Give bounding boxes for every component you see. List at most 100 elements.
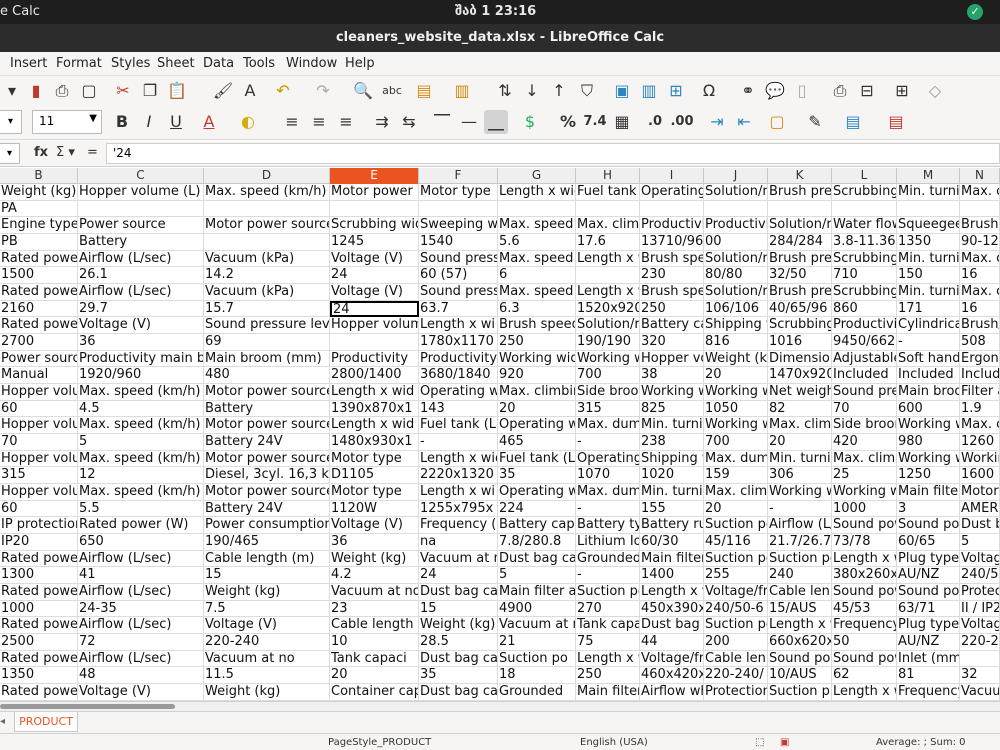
- table-cell[interactable]: Weight (kg: [704, 350, 768, 368]
- table-cell[interactable]: Scrubbing: [768, 317, 832, 335]
- table-cell[interactable]: Hopper volu: [0, 484, 78, 501]
- table-cell[interactable]: Hopper volum: [330, 317, 419, 335]
- table-cell[interactable]: 63.7: [419, 300, 498, 318]
- table-cell[interactable]: 32/50: [768, 267, 832, 285]
- table-cell[interactable]: 220-240: [204, 634, 330, 651]
- table-cell[interactable]: 2700: [0, 334, 78, 351]
- table-cell[interactable]: Min. turnin: [768, 450, 832, 468]
- table-cell[interactable]: Power source: [0, 350, 78, 368]
- column-header-m[interactable]: M: [897, 168, 960, 184]
- table-cell[interactable]: Dust bag ca: [419, 584, 498, 601]
- column-header-b[interactable]: B: [0, 168, 78, 184]
- system-clock[interactable]: შაბ 1 23:16: [455, 4, 536, 19]
- table-cell[interactable]: Airflow (L/sec): [78, 617, 204, 635]
- borders-icon[interactable]: ▢: [765, 110, 789, 134]
- selected-cell[interactable]: 24: [330, 300, 419, 318]
- table-cell[interactable]: Inlet (mm: [897, 650, 960, 668]
- table-cell[interactable]: AMER: [960, 500, 1000, 518]
- table-cell[interactable]: Max. c: [960, 284, 1000, 301]
- table-cell[interactable]: Solution/re: [576, 317, 640, 335]
- formula-icon[interactable]: =: [87, 145, 98, 160]
- table-cell[interactable]: Grounded: [576, 550, 640, 568]
- table-cell[interactable]: [419, 200, 498, 218]
- table-cell[interactable]: 825: [640, 400, 704, 418]
- table-cell[interactable]: Main filter: [897, 484, 960, 501]
- table-cell[interactable]: 1300: [0, 567, 78, 585]
- table-cell[interactable]: II / IP2: [960, 600, 1000, 618]
- table-cell[interactable]: [897, 200, 960, 218]
- table-cell[interactable]: Solution/re: [704, 184, 768, 201]
- table-cell[interactable]: 5.6: [498, 234, 576, 251]
- table-cell[interactable]: Length x wid: [498, 184, 576, 201]
- horizontal-scrollbar[interactable]: [0, 701, 1000, 711]
- table-cell[interactable]: 3: [897, 500, 960, 518]
- wrap-text-icon[interactable]: ⇉: [370, 110, 394, 134]
- cut-icon[interactable]: ✂: [111, 79, 135, 103]
- table-cell[interactable]: Side broom: [832, 417, 897, 435]
- table-cell[interactable]: 1070: [576, 467, 640, 485]
- table-cell[interactable]: Side broo: [576, 384, 640, 401]
- font-color-icon[interactable]: A: [197, 110, 221, 134]
- table-cell[interactable]: 7.5: [204, 600, 330, 618]
- table-cell[interactable]: Fuel tank (L: [576, 184, 640, 201]
- table-cell[interactable]: D1105: [330, 467, 419, 485]
- table-cell[interactable]: 48: [78, 667, 204, 685]
- table-cell[interactable]: 60 (57): [419, 267, 498, 285]
- clear-formatting-icon[interactable]: A: [238, 79, 262, 103]
- table-cell[interactable]: Voltag: [960, 617, 1000, 635]
- table-cell[interactable]: Length x w: [768, 617, 832, 635]
- table-cell[interactable]: Working w: [640, 384, 704, 401]
- table-cell[interactable]: 224: [498, 500, 576, 518]
- pivot-table-icon[interactable]: ⊞: [664, 79, 688, 103]
- table-cell[interactable]: Max. speed (: [498, 217, 576, 235]
- table-cell[interactable]: 60: [0, 500, 78, 518]
- table-cell[interactable]: Weight (kg): [330, 550, 419, 568]
- table-cell[interactable]: 270: [576, 600, 640, 618]
- table-cell[interactable]: Motor power source: [204, 217, 330, 235]
- table-cell[interactable]: 450x390x: [640, 600, 704, 618]
- table-cell[interactable]: Shipping w: [704, 317, 768, 335]
- table-cell[interactable]: -: [576, 434, 640, 451]
- table-cell[interactable]: 1120W: [330, 500, 419, 518]
- table-cell[interactable]: 980: [897, 434, 960, 451]
- table-cell[interactable]: -: [419, 434, 498, 451]
- table-cell[interactable]: PA: [0, 200, 78, 218]
- table-cell[interactable]: 4.5: [78, 400, 204, 418]
- table-cell[interactable]: 10: [330, 634, 419, 651]
- table-cell[interactable]: Solution/re: [704, 250, 768, 268]
- update-check-icon[interactable]: ✓: [967, 4, 983, 20]
- table-cell[interactable]: Airflow wh: [640, 684, 704, 701]
- table-cell[interactable]: 306: [768, 467, 832, 485]
- table-cell[interactable]: Productivity: [419, 350, 498, 368]
- table-cell[interactable]: Max. speed (km/h): [78, 384, 204, 401]
- table-cell[interactable]: 816: [704, 334, 768, 351]
- table-cell[interactable]: Hopper volu: [0, 450, 78, 468]
- table-cell[interactable]: 24: [330, 267, 419, 285]
- scroll-tabs-icon[interactable]: ◂: [0, 716, 5, 727]
- table-cell[interactable]: Sound pres: [832, 384, 897, 401]
- table-cell[interactable]: Fuel tank (L: [498, 450, 576, 468]
- table-cell[interactable]: 240: [768, 567, 832, 585]
- table-cell[interactable]: 171: [897, 300, 960, 318]
- table-cell[interactable]: 1540: [419, 234, 498, 251]
- table-cell[interactable]: 60: [0, 400, 78, 418]
- table-cell[interactable]: Max. speed (: [498, 284, 576, 301]
- table-cell[interactable]: 9450/6620: [832, 334, 897, 351]
- table-cell[interactable]: Rated power: [0, 317, 78, 335]
- table-cell[interactable]: Cylindrical: [897, 317, 960, 335]
- table-cell[interactable]: Battery: [204, 400, 330, 418]
- table-cell[interactable]: Plug type: [897, 617, 960, 635]
- table-cell[interactable]: Min. turnin: [897, 250, 960, 268]
- column-header-g[interactable]: G: [498, 168, 576, 184]
- table-cell[interactable]: 75: [576, 634, 640, 651]
- table-cell[interactable]: Sound pow: [897, 517, 960, 535]
- table-cell[interactable]: Operating w: [419, 384, 498, 401]
- table-cell[interactable]: IP20: [0, 534, 78, 551]
- table-cell[interactable]: Dust bag ca: [498, 550, 576, 568]
- table-cell[interactable]: Shipping w: [640, 450, 704, 468]
- merge-center-icon[interactable]: ⇆: [397, 110, 421, 134]
- menu-window[interactable]: Window: [286, 56, 337, 71]
- table-cell[interactable]: 380x260x: [832, 567, 897, 585]
- table-cell[interactable]: Brush spe: [640, 284, 704, 301]
- underline-icon[interactable]: U: [164, 110, 188, 134]
